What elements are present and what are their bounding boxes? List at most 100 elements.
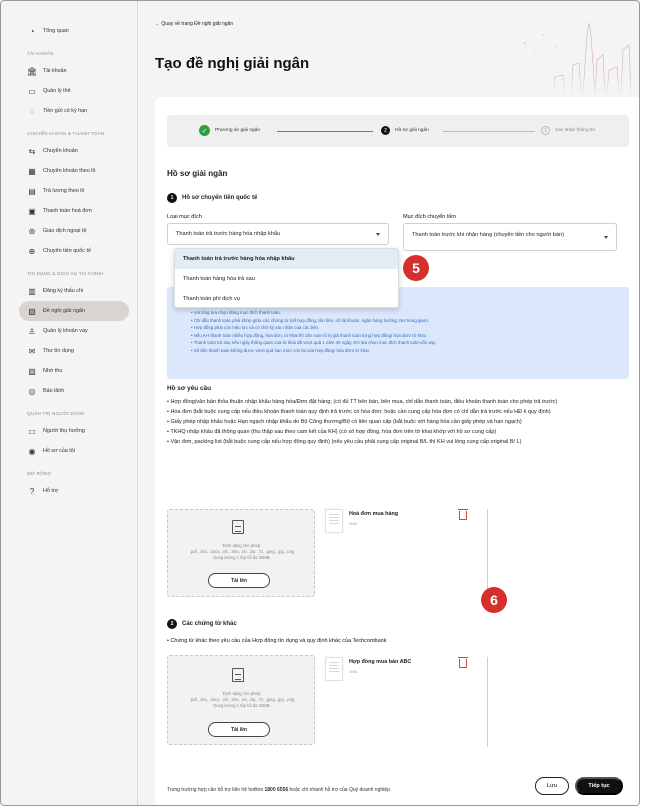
back-link[interactable]: ← Quay về trang Đề nghị giải ngân xyxy=(155,21,233,27)
info-note: Thanh toán trả sau nếu ngày thông quan c… xyxy=(191,339,436,347)
dropdown-option[interactable]: Thanh toán trả trước hàng hóa nhập khẩu xyxy=(175,249,398,269)
sidebar-item-label: Thư tín dụng xyxy=(43,348,74,354)
sidebar-item-label: Quản lý khoản vay xyxy=(43,328,88,334)
profile-icon: ◉ xyxy=(28,446,36,456)
divider xyxy=(487,509,488,599)
info-list: Vui lòng lựa chọn đúng mục đích thanh to… xyxy=(191,309,436,355)
file-name: Hợp đồng mua bán ABC xyxy=(349,659,412,665)
sidebar-section-title: MỞ RỘNG xyxy=(27,471,52,476)
trash-icon[interactable] xyxy=(458,657,468,668)
app-window: ◔ Tổng quan TÀI KHOẢN 🏛 Tài khoản ▭ Quản l… xyxy=(0,0,640,806)
requirements-title: Hồ sơ yêu cầu xyxy=(167,385,211,392)
sidebar-item-label: Thanh toán hoá đơn xyxy=(43,208,92,214)
document-icon xyxy=(232,520,244,534)
sidebar-item-support[interactable]: ? Hỗ trợ xyxy=(1,481,137,501)
sidebar-item-fx[interactable]: ⊛ Giao dịch ngoại tệ xyxy=(1,221,137,241)
sidebar-item-loans[interactable]: ♙ Quản lý khoản vay xyxy=(1,321,137,341)
sidebar-item-term-deposit[interactable]: ◌ Tiền gửi có kỳ hạn xyxy=(1,101,137,121)
sidebar-item-cards[interactable]: ▭ Quản lý thẻ xyxy=(1,81,137,101)
fx-icon: ⊛ xyxy=(28,226,36,236)
sidebar-item-label: Hồ sơ của tôi xyxy=(43,448,75,454)
hotline-number[interactable]: 1800 6556 xyxy=(265,787,289,793)
transfer-icon: ⇆ xyxy=(28,146,36,156)
trash-icon[interactable] xyxy=(458,509,468,520)
sidebar-section-title: QUẢN TRỊ NGƯỜI DÙNG xyxy=(27,411,85,416)
upload-dropzone[interactable]: Định dạng cho phép: .pdf, .doc, .docx, .… xyxy=(167,509,315,597)
upload-limit: Dung lượng 1 tệp tối đa 20MB. xyxy=(213,555,271,560)
card-icon: ▭ xyxy=(28,86,36,96)
beneficiary-icon: ▭ xyxy=(28,426,36,436)
sidebar-item-label: Quản lý thẻ xyxy=(43,88,71,94)
step-label: Xác nhận thông tin xyxy=(555,128,596,133)
help-icon: ? xyxy=(29,486,35,496)
requirements-list: • Hợp đồng/văn bản thỏa thuận nhập khẩu … xyxy=(167,397,623,447)
section-1-header: 1 Hồ sơ chuyển tiền quốc tế xyxy=(167,193,257,203)
step-3: 3 Xác nhận thông tin xyxy=(541,126,595,135)
requirement-item: • Giấy phép nhập khẩu hoặc Hạn ngạch nhậ… xyxy=(167,419,522,425)
info-note: Vui lòng lựa chọn đúng mục đích thanh to… xyxy=(191,309,436,317)
sidebar-item-label: Trả lương theo lô xyxy=(43,188,85,194)
sidebar-item-transfer[interactable]: ⇆ Chuyển khoản xyxy=(1,141,137,161)
step-connector xyxy=(277,131,373,132)
sidebar-item-collection[interactable]: ▨ Nhờ thu xyxy=(1,361,137,381)
step-label: Phương án giải ngân xyxy=(215,128,261,133)
requirement-item: • Hóa đơn (bắt buộc cung cấp nếu điều kh… xyxy=(167,409,551,415)
sidebar-item-label: Chuyển khoản theo lô xyxy=(43,168,96,174)
step-number: 2 xyxy=(381,126,390,135)
upload-button[interactable]: Tải lên xyxy=(208,573,270,588)
sidebar-item-batch-transfer[interactable]: ▦ Chuyển khoản theo lô xyxy=(1,161,137,181)
sidebar-item-overview[interactable]: ◔ Tổng quan xyxy=(1,21,137,41)
disbursement-icon: ▧ xyxy=(28,306,36,316)
sidebar-section-title: CHUYỂN KHOẢN & THANH TOÁN xyxy=(27,131,105,136)
sidebar-item-bill-payment[interactable]: ▣ Thanh toán hoá đơn xyxy=(1,201,137,221)
sidebar-item-overdraft[interactable]: ▥ Đăng ký thấu chi xyxy=(1,281,137,301)
save-button[interactable]: Lưu xyxy=(535,777,569,795)
bank-icon: 🏛 xyxy=(26,66,38,76)
batch-icon: ▦ xyxy=(28,166,36,176)
sidebar-item-my-profile[interactable]: ◉ Hồ sơ của tôi xyxy=(1,441,137,461)
sidebar-item-label: Đề nghị giải ngân xyxy=(43,308,85,314)
sidebar-item-accounts[interactable]: 🏛 Tài khoản xyxy=(1,61,137,81)
section-number: 1 xyxy=(167,193,177,203)
purpose-type-dropdown: Thanh toán trả trước hàng hóa nhập khẩu … xyxy=(174,248,399,308)
info-note: Hợp đồng phải còn hiệu lực và có chữ ký … xyxy=(191,324,436,332)
loan-icon: ♙ xyxy=(28,326,36,336)
sidebar-item-letter-of-credit[interactable]: ✉ Thư tín dụng xyxy=(1,341,137,361)
uploaded-file: Hoá đơn mua hàng 3MB xyxy=(325,509,495,599)
savings-icon: ◌ xyxy=(29,106,35,116)
sidebar-item-guarantee[interactable]: ◎ Bảo lãnh xyxy=(1,381,137,401)
upload-button[interactable]: Tải lên xyxy=(208,722,270,737)
purpose-type-select[interactable]: Thanh toán trả trước hàng hóa nhập khẩu xyxy=(167,223,389,245)
requirement-item: • Vận đơn, packing list (bắt buộc cung c… xyxy=(167,439,522,445)
sidebar-item-label: Tổng quan xyxy=(43,28,69,34)
select-value: Thanh toán trả trước hàng hóa nhập khẩu xyxy=(176,231,281,237)
sidebar-section-title: TÀI KHOẢN xyxy=(27,51,54,56)
sidebar-item-disbursement[interactable]: ▧ Đề nghị giải ngân xyxy=(19,301,129,321)
footer-support-text: Trong trường hợp cần hỗ trợ liên hệ hotl… xyxy=(167,787,391,793)
section-title: Các chứng từ khác xyxy=(182,621,237,627)
continue-button[interactable]: Tiếp tục xyxy=(575,777,623,795)
chart-pie-icon: ◔ xyxy=(29,26,35,36)
sidebar-item-payroll[interactable]: ▤ Trả lương theo lô xyxy=(1,181,137,201)
step-1: ✓ Phương án giải ngân xyxy=(199,125,260,136)
sidebar-item-international-transfer[interactable]: ⊕ Chuyển tiền quốc tế xyxy=(1,241,137,261)
chevron-down-icon xyxy=(376,233,380,236)
transfer-purpose-select[interactable]: Thanh toán trước khi nhận hàng (chuyển t… xyxy=(403,223,617,251)
sidebar-item-label: Tiền gửi có kỳ hạn xyxy=(43,108,88,114)
sidebar-item-label: Chuyển tiền quốc tế xyxy=(43,248,91,254)
info-note: Chỉ dẫn thanh toán phải khớp giữa các ch… xyxy=(191,317,436,325)
footer-text: Trong trường hợp cần hỗ trợ liên hệ hotl… xyxy=(167,787,265,793)
dropdown-option[interactable]: Thanh toán hàng hóa trả sau xyxy=(175,269,398,289)
section-number: 2 xyxy=(167,619,177,629)
annotation-badge-6: 6 xyxy=(481,587,507,613)
sidebar-item-beneficiaries[interactable]: ▭ Người thụ hưởng xyxy=(1,421,137,441)
chevron-down-icon xyxy=(604,236,608,239)
form-card: ✓ Phương án giải ngân 2 Hồ sơ giải ngân … xyxy=(155,97,639,805)
globe-icon: ⊕ xyxy=(28,246,36,256)
dropdown-option[interactable]: Thanh toán phí dịch vụ xyxy=(175,289,398,309)
step-connector xyxy=(443,131,535,132)
main-content: ← Quay về trang Đề nghị giải ngân Tạo đề… xyxy=(139,1,639,805)
upload-dropzone[interactable]: Định dạng cho phép: .pdf, .doc, .docx, .… xyxy=(167,655,315,745)
letter-icon: ✉ xyxy=(28,346,36,356)
sidebar-section-title: TÍN DỤNG & DỊCH VỤ TÀI CHÍNH xyxy=(27,271,104,276)
